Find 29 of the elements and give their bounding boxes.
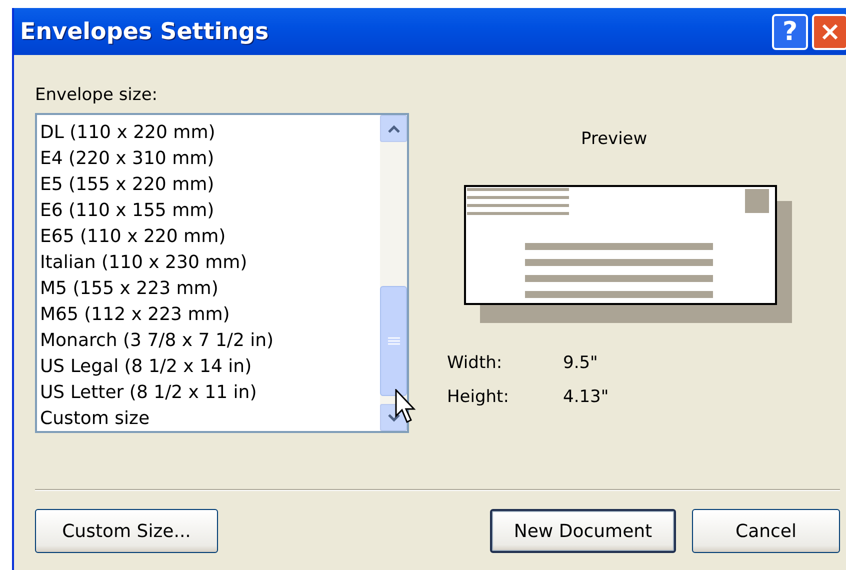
list-item[interactable]: Monarch (3 7/8 x 7 1/2 in) (40, 330, 274, 350)
dimension-value: 4.13" (563, 387, 609, 407)
scrollbar[interactable] (380, 115, 407, 431)
help-button[interactable]: ? (772, 14, 808, 50)
dialog-button[interactable]: New Document (490, 509, 676, 553)
list-item[interactable]: E6 (110 x 155 mm) (40, 200, 214, 220)
preview-label: Preview (581, 129, 648, 149)
dialog-button[interactable]: Custom Size... (35, 509, 218, 553)
close-button[interactable]: × (812, 14, 846, 50)
list-item[interactable]: E65 (110 x 220 mm) (40, 226, 226, 246)
dimension-label: Height: (447, 387, 510, 407)
dimension-value: 9.5" (563, 353, 599, 373)
list-item[interactable]: DL (110 x 220 mm) (40, 122, 216, 142)
list-item[interactable]: M65 (112 x 223 mm) (40, 304, 230, 324)
list-item[interactable]: US Letter (8 1/2 x 11 in) (40, 382, 257, 402)
scroll-thumb[interactable] (380, 286, 407, 396)
list-item[interactable]: M5 (155 x 223 mm) (40, 278, 218, 298)
list-item[interactable]: Italian (110 x 230 mm) (40, 252, 248, 272)
list-item[interactable]: E5 (155 x 220 mm) (40, 174, 214, 194)
dialog-button[interactable]: Cancel (692, 509, 840, 553)
list-item[interactable]: E4 (220 x 310 mm) (40, 148, 214, 168)
list-item[interactable]: Custom size (40, 408, 150, 428)
list-item[interactable]: US Legal (8 1/2 x 14 in) (40, 356, 252, 376)
scroll-up-button[interactable] (380, 115, 407, 142)
chevron-down-icon (386, 412, 400, 422)
dimension-label: Width: (447, 353, 504, 373)
window-title: Envelopes Settings (20, 18, 269, 44)
envelope-size-label: Envelope size: (35, 85, 158, 105)
chevron-up-icon (386, 124, 400, 134)
